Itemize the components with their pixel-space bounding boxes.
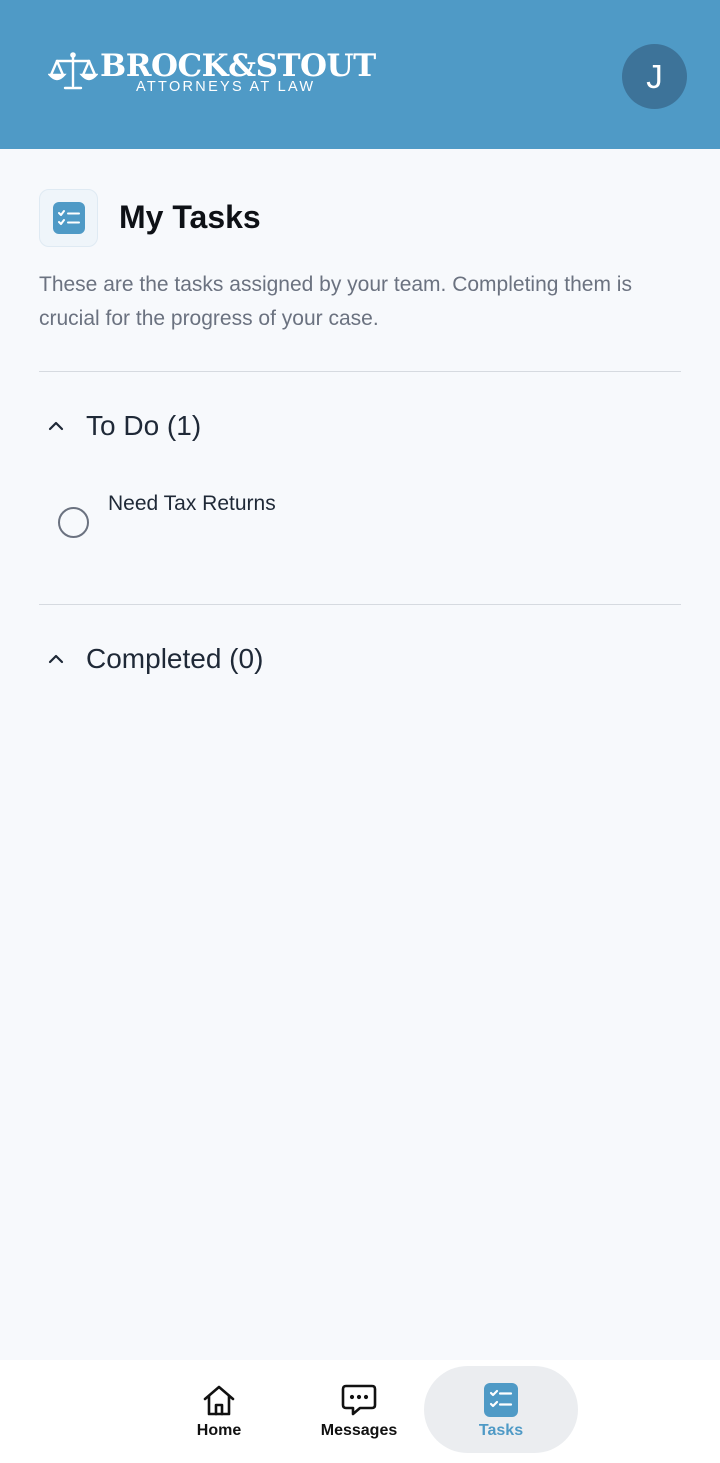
nav-tasks-label: Tasks bbox=[478, 1421, 524, 1439]
page-title: My Tasks bbox=[119, 199, 261, 235]
user-avatar[interactable]: J bbox=[622, 44, 687, 109]
app-header: BROCK&STOUT ATTORNEYS AT LAW J bbox=[0, 0, 720, 149]
nav-messages-label: Messages bbox=[320, 1421, 398, 1439]
page-description: These are the tasks assigned by your tea… bbox=[39, 273, 632, 330]
nav-home-label: Home bbox=[196, 1421, 242, 1439]
bottom-navigation: Home Messages Tasks bbox=[0, 1360, 720, 1463]
brock-stout-logo: BROCK&STOUT ATTORNEYS AT LAW bbox=[48, 48, 376, 98]
tasks-icon bbox=[484, 1382, 518, 1417]
task-label: Need Tax Returns bbox=[108, 492, 276, 515]
chevron-up-icon bbox=[48, 654, 64, 664]
todo-section-label: To Do (1) bbox=[86, 410, 202, 441]
task-complete-checkbox[interactable] bbox=[58, 507, 89, 538]
task-item[interactable]: Need Tax Returns bbox=[58, 487, 658, 557]
nav-messages[interactable]: Messages bbox=[304, 1366, 414, 1453]
nav-tasks[interactable]: Tasks bbox=[424, 1366, 578, 1453]
checklist-icon bbox=[57, 210, 80, 225]
chevron-up-icon bbox=[48, 421, 64, 431]
divider bbox=[39, 604, 681, 605]
scales-of-justice-icon bbox=[48, 52, 98, 90]
nav-home[interactable]: Home bbox=[164, 1366, 274, 1453]
completed-section-label: Completed (0) bbox=[86, 643, 264, 674]
home-icon bbox=[203, 1385, 235, 1415]
tasks-title-icon bbox=[39, 189, 98, 247]
chat-icon bbox=[341, 1384, 377, 1415]
completed-section-toggle[interactable]: Completed (0) bbox=[44, 641, 263, 677]
divider bbox=[39, 371, 681, 372]
todo-section-toggle[interactable]: To Do (1) bbox=[44, 408, 201, 444]
